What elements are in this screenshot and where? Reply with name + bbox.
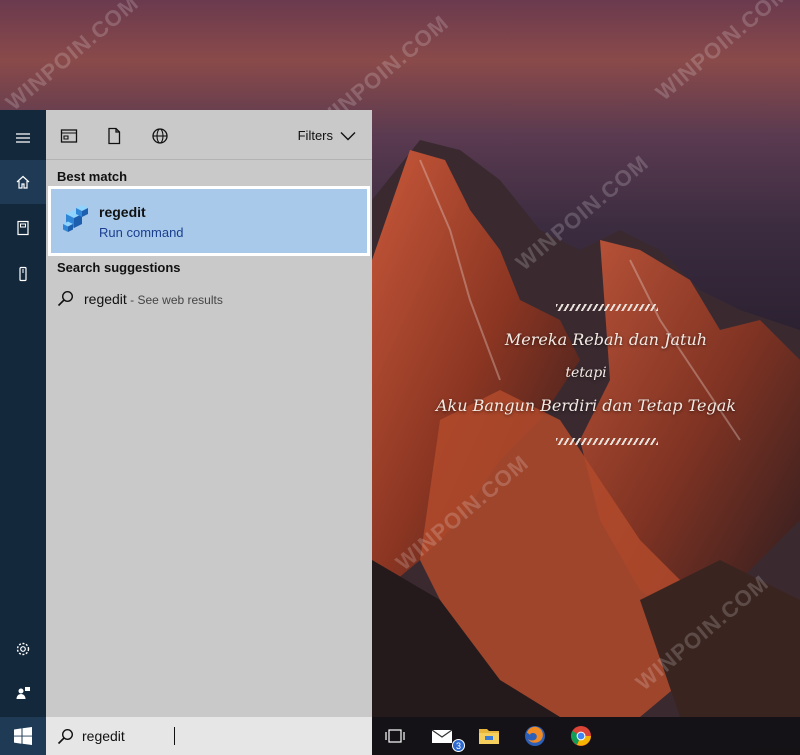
apps-icon	[60, 129, 78, 143]
wallpaper-quote-line1: Mereka Rebah dan Jatuh	[504, 330, 708, 349]
chrome-button[interactable]	[558, 717, 604, 755]
registry-editor-icon	[63, 205, 88, 232]
best-match-type: Run command	[99, 225, 184, 240]
tower-icon	[19, 266, 27, 282]
filters-label: Filters	[297, 128, 333, 143]
search-icon	[57, 290, 74, 307]
best-match-result[interactable]: regedit Run command	[48, 186, 370, 256]
search-icon	[57, 728, 74, 745]
home-button[interactable]	[0, 160, 46, 204]
settings-button[interactable]	[0, 627, 46, 671]
web-icon	[152, 128, 168, 144]
taskbar-search-box[interactable]	[46, 717, 372, 755]
hamburger-button[interactable]	[0, 116, 46, 160]
mail-notification-badge: 3	[452, 739, 465, 752]
filters-button[interactable]: Filters	[298, 128, 356, 143]
notebook-icon	[17, 220, 29, 236]
web-filter-button[interactable]	[151, 127, 169, 145]
suggestion-hint: - See web results	[126, 293, 223, 307]
home-icon	[16, 175, 30, 189]
best-match-heading: Best match	[57, 169, 128, 184]
search-suggestions-heading: Search suggestions	[57, 260, 181, 275]
apps-filter-button[interactable]	[60, 127, 78, 145]
firefox-icon	[525, 726, 545, 746]
task-view-icon	[385, 729, 405, 743]
feedback-button[interactable]	[0, 671, 46, 715]
text-caret	[174, 727, 175, 745]
search-input[interactable]	[82, 725, 352, 747]
hamburger-icon	[16, 133, 30, 143]
settings-icon	[16, 642, 30, 656]
start-rail	[0, 110, 46, 717]
notebook-button[interactable]	[0, 206, 46, 250]
feedback-icon	[16, 687, 30, 699]
search-results-panel: Filters Best match regedit Run command S…	[46, 110, 372, 717]
file-explorer-button[interactable]	[466, 717, 512, 755]
wallpaper-quote-line2: tetapi	[565, 365, 607, 381]
decorative-stripe	[556, 438, 658, 445]
start-button[interactable]	[0, 717, 46, 755]
decorative-stripe	[556, 304, 658, 311]
documents-filter-button[interactable]	[105, 127, 123, 145]
windows-logo-icon	[14, 727, 32, 745]
task-view-button[interactable]	[372, 717, 418, 755]
taskbar: 3	[0, 717, 800, 755]
chevron-down-icon	[340, 131, 356, 140]
mail-icon	[431, 729, 453, 743]
tower-button[interactable]	[0, 252, 46, 296]
chrome-icon	[571, 726, 591, 746]
document-icon	[108, 127, 121, 145]
suggestion-query: regedit	[84, 291, 127, 307]
wallpaper-quote-line3: Aku Bangun Berdiri dan Tetap Tegak	[435, 396, 736, 415]
web-suggestion-item[interactable]: regedit - See web results	[46, 285, 372, 315]
best-match-title: regedit	[99, 204, 146, 220]
firefox-button[interactable]	[512, 717, 558, 755]
search-toolbar: Filters	[46, 110, 372, 160]
file-explorer-icon	[479, 729, 499, 744]
web-suggestion-text: regedit - See web results	[84, 291, 223, 307]
